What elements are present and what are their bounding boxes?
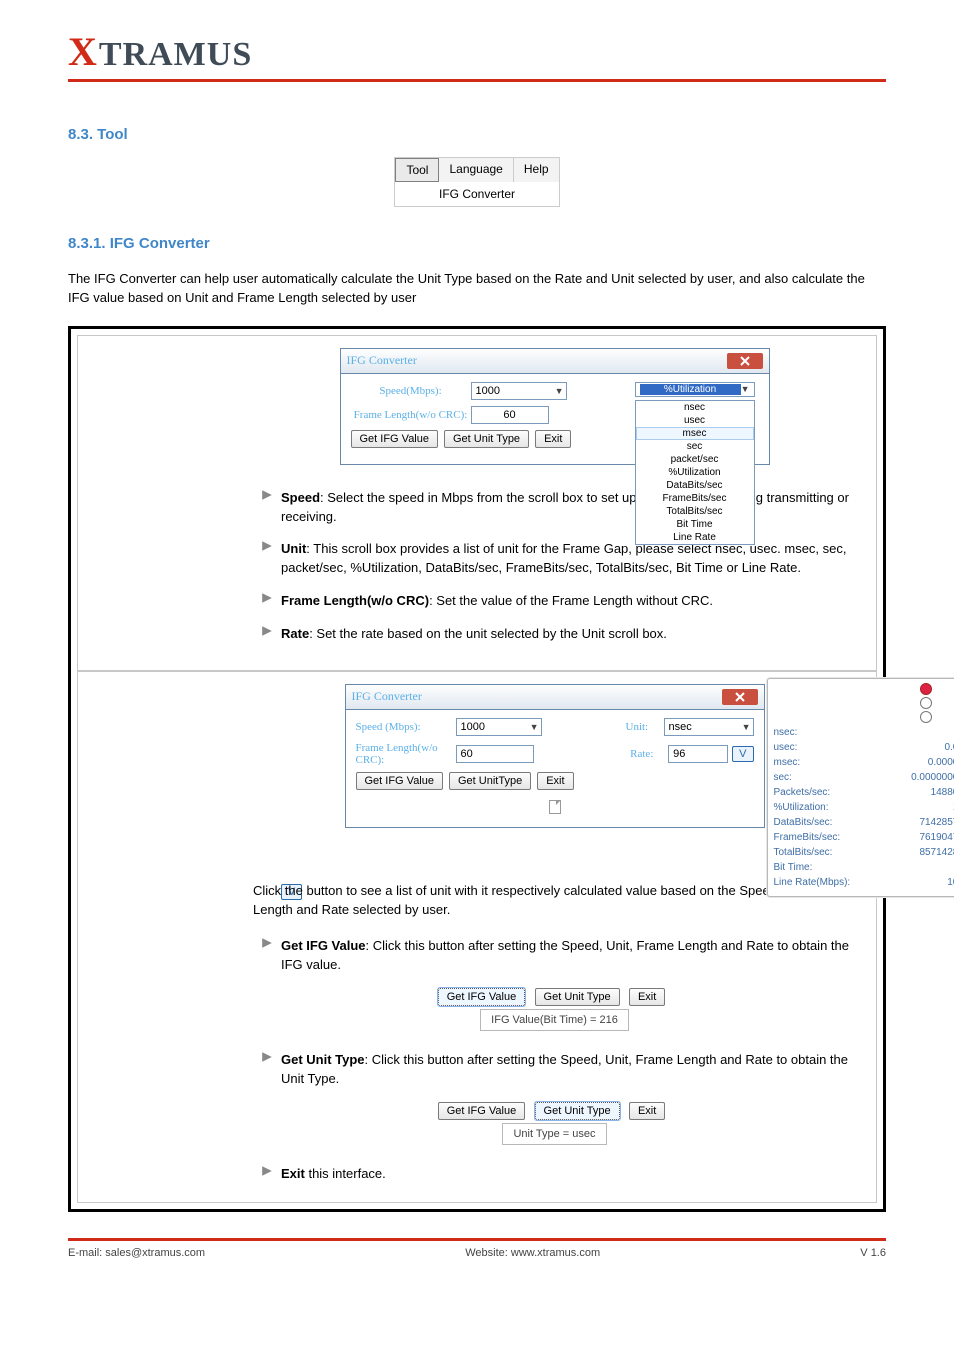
dlg1-unit-select[interactable]: %Utilization▼ bbox=[635, 382, 755, 397]
bullet-icon bbox=[253, 625, 281, 637]
row-unit-exit-button[interactable]: Exit bbox=[629, 1102, 665, 1120]
dlg2-get-ifg-button[interactable]: Get IFG Value bbox=[356, 772, 444, 790]
dlg1-get-unit-button[interactable]: Get Unit Type bbox=[444, 430, 529, 448]
bullet-get-ifg: Get IFG Value: Click this button after s… bbox=[281, 937, 856, 975]
dlg2-frame-label: Frame Length(w/o CRC): bbox=[356, 742, 456, 766]
brand-logo-x: X bbox=[68, 28, 97, 75]
rp-icon bbox=[920, 697, 932, 709]
bullet-icon bbox=[253, 1165, 281, 1177]
bullet-icon bbox=[253, 540, 281, 552]
dlg1-title: IFG Converter bbox=[347, 353, 417, 368]
dlg1-unit-options[interactable]: nsec usec msec sec packet/sec %Utilizati… bbox=[635, 400, 755, 545]
brand-logo: X TRAMUS bbox=[68, 28, 886, 75]
dlg2-speed-select[interactable]: 1000▼ bbox=[456, 718, 542, 736]
opt[interactable]: packet/sec bbox=[636, 453, 754, 466]
dlg1-close-icon[interactable] bbox=[727, 353, 763, 369]
bullet-icon bbox=[253, 937, 281, 949]
bullet-icon bbox=[253, 1051, 281, 1063]
menubar-mockup: Tool Language Help IFG Converter bbox=[394, 157, 559, 207]
brand-underline bbox=[68, 79, 886, 82]
dlg1-get-ifg-button[interactable]: Get IFG Value bbox=[351, 430, 439, 448]
dlg1-exit-button[interactable]: Exit bbox=[535, 430, 571, 448]
opt[interactable]: %Utilization bbox=[636, 466, 754, 479]
footer-version: V 1.6 bbox=[860, 1247, 886, 1259]
dlg1-frame-label: Frame Length(w/o CRC): bbox=[351, 409, 471, 421]
opt[interactable]: sec bbox=[636, 440, 754, 453]
rp-icon-red bbox=[920, 683, 932, 695]
bullet-get-unit: Get Unit Type: Click this button after s… bbox=[281, 1051, 856, 1089]
bullet-rate: Rate: Set the rate based on the unit sel… bbox=[281, 625, 667, 644]
row-unit-get-ifg-button[interactable]: Get IFG Value bbox=[438, 1102, 526, 1120]
dlg2-rate-input[interactable]: 96 bbox=[668, 745, 728, 763]
brand-logo-rest: TRAMUS bbox=[99, 36, 252, 74]
unit-status-line: Unit Type = usec bbox=[502, 1123, 606, 1145]
footer-bar bbox=[68, 1238, 886, 1241]
row-ifg-exit-button[interactable]: Exit bbox=[629, 988, 665, 1006]
ifg-status-line: IFG Value(Bit Time) = 216 bbox=[480, 1009, 629, 1031]
opt[interactable]: msec bbox=[636, 427, 754, 440]
dlg-ifg-converter-1: IFG Converter Speed(Mbps): 1000▼ bbox=[340, 348, 770, 465]
bullet-icon bbox=[253, 592, 281, 604]
dlg2-exit-button[interactable]: Exit bbox=[537, 772, 573, 790]
dlg2-unit-label: Unit: bbox=[626, 721, 664, 733]
opt[interactable]: Line Rate bbox=[636, 531, 754, 544]
footer-row: E-mail: sales@xtramus.com Website: www.x… bbox=[68, 1247, 886, 1259]
heading-tool: 8.3. Tool bbox=[68, 126, 886, 143]
results-popup: nsec:96 usec:0.096 msec:0.000096 sec:0.0… bbox=[767, 678, 954, 897]
dlg2-v-button[interactable]: V bbox=[732, 746, 753, 762]
dlg1-frame-input[interactable]: 60 bbox=[471, 406, 549, 424]
row-unit-get-unit-button[interactable]: Get Unit Type bbox=[535, 1102, 620, 1120]
footer-website: Website: www.xtramus.com bbox=[465, 1247, 600, 1259]
dlg2-frame-input[interactable]: 60 bbox=[456, 745, 534, 763]
opt[interactable]: TotalBits/sec bbox=[636, 505, 754, 518]
row-ifg-get-unit-button[interactable]: Get Unit Type bbox=[535, 988, 620, 1006]
menu-item-tool[interactable]: Tool bbox=[395, 158, 439, 182]
opt[interactable]: DataBits/sec bbox=[636, 479, 754, 492]
menu-sub-ifg[interactable]: IFG Converter bbox=[395, 182, 558, 206]
v-button-note: Click the button to see a list of unit w… bbox=[253, 882, 856, 920]
rp-icon bbox=[920, 711, 932, 723]
dlg2-speed-label: Speed (Mbps): bbox=[356, 721, 456, 733]
menu-item-help[interactable]: Help bbox=[514, 158, 559, 182]
bullet-icon bbox=[253, 489, 281, 501]
opt[interactable]: nsec bbox=[636, 401, 754, 414]
dlg-ifg-converter-2: IFG Converter Speed (Mbps): 1000▼ bbox=[345, 684, 765, 828]
footer-email: E-mail: sales@xtramus.com bbox=[68, 1247, 205, 1259]
bullet-framelen: Frame Length(w/o CRC): Set the value of … bbox=[281, 592, 713, 611]
heading-ifg-converter: 8.3.1. IFG Converter bbox=[68, 235, 886, 252]
opt[interactable]: Bit Time bbox=[636, 518, 754, 531]
opt[interactable]: FrameBits/sec bbox=[636, 492, 754, 505]
dlg2-get-unit-button[interactable]: Get UnitType bbox=[449, 772, 531, 790]
dlg1-speed-select[interactable]: 1000▼ bbox=[471, 382, 567, 400]
dlg2-rate-label: Rate: bbox=[630, 748, 668, 760]
dlg2-close-icon[interactable] bbox=[722, 689, 758, 705]
bullet-unit: Unit: This scroll box provides a list of… bbox=[281, 540, 856, 578]
intro-para: The IFG Converter can help user automati… bbox=[68, 270, 886, 308]
opt[interactable]: usec bbox=[636, 414, 754, 427]
bullet-speed: Speed: Select the speed in Mbps from the… bbox=[281, 489, 856, 527]
bullet-exit: Exit this interface. bbox=[281, 1165, 386, 1184]
row-ifg-get-ifg-button[interactable]: Get IFG Value bbox=[438, 988, 526, 1006]
doc-icon bbox=[549, 800, 561, 814]
dlg1-speed-label: Speed(Mbps): bbox=[351, 385, 471, 397]
dlg2-unit-select[interactable]: nsec▼ bbox=[664, 718, 754, 736]
dlg2-title: IFG Converter bbox=[352, 689, 422, 704]
menu-item-language[interactable]: Language bbox=[439, 158, 513, 182]
